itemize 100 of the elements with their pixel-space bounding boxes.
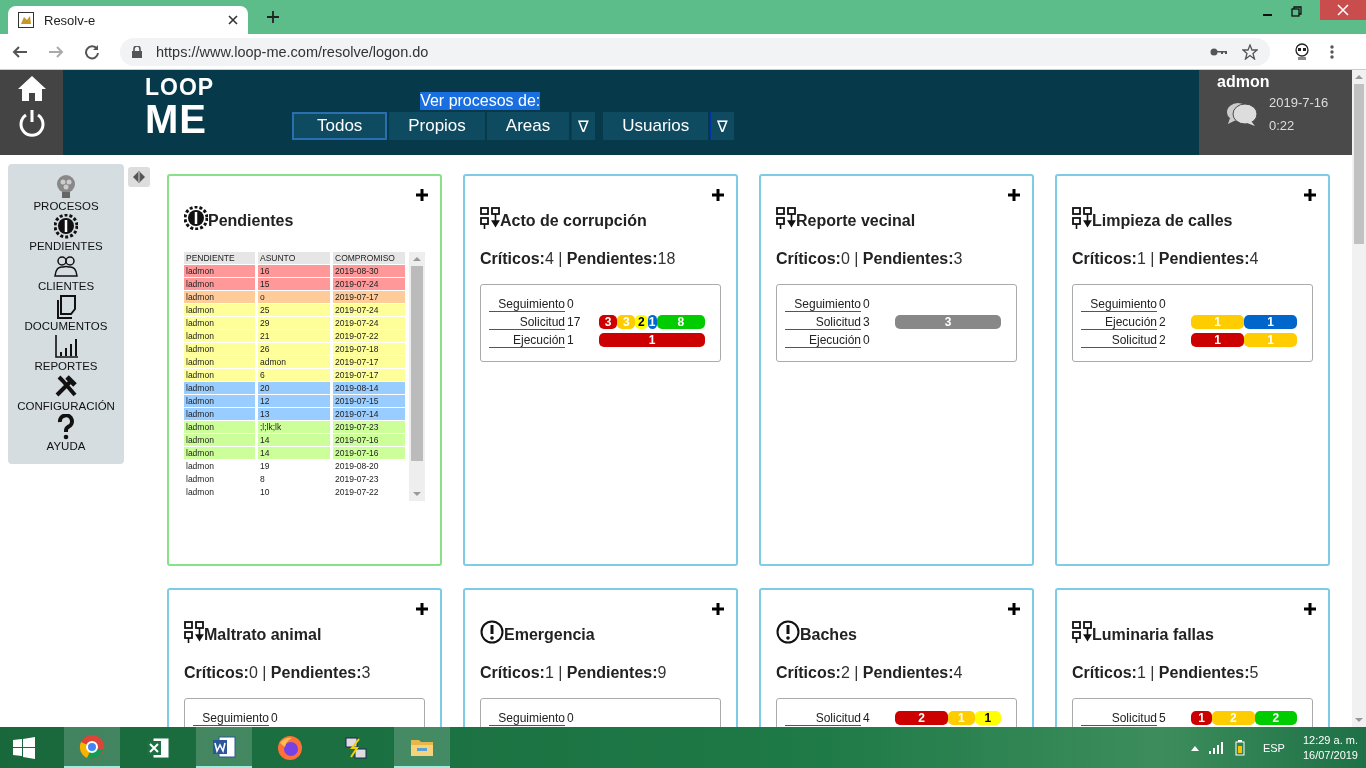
column-header[interactable]: ASUNTO <box>258 252 330 264</box>
stage-label[interactable]: Seguimiento <box>1081 296 1157 312</box>
scroll-thumb[interactable] <box>1354 84 1364 244</box>
scroll-thumb[interactable] <box>411 266 423 461</box>
filter-tab[interactable]: Areas <box>486 112 570 140</box>
filter-label: Ver procesos de: <box>420 92 541 110</box>
stage-label[interactable]: Solicitud <box>785 314 861 330</box>
table-cell: 6 <box>258 369 330 381</box>
table-cell: ladmon <box>184 382 255 394</box>
stage-label[interactable]: Ejecución <box>489 332 565 348</box>
key-icon[interactable] <box>1210 46 1228 57</box>
stats-text: Críticos:0 | Pendientes:3 <box>184 664 372 682</box>
documents-icon <box>54 294 78 320</box>
close-button[interactable] <box>1320 0 1366 20</box>
stage-label[interactable]: Seguimiento <box>489 710 565 726</box>
count-pill[interactable]: 1 <box>647 315 657 329</box>
workflow-icon <box>1072 621 1092 644</box>
browser-tab[interactable]: Resolv-e <box>8 6 248 34</box>
count-pill[interactable]: 1 <box>1191 333 1244 347</box>
sidebar-item[interactable]: DOCUMENTOS <box>24 294 108 332</box>
stage-label[interactable]: Solicitud <box>785 710 861 726</box>
stage-count: 5 <box>1158 711 1167 725</box>
sidebar-item[interactable]: PENDIENTES <box>29 214 103 252</box>
stage-label[interactable]: Ejecución <box>785 332 861 348</box>
sidebar-item[interactable]: CLIENTES <box>37 254 95 292</box>
taskbar-app[interactable] <box>196 727 252 768</box>
plus-icon[interactable] <box>1304 603 1316 615</box>
plus-icon[interactable] <box>416 603 428 615</box>
table-cell: 2019-07-24 <box>333 317 405 329</box>
taskbar-app[interactable] <box>394 727 450 768</box>
stage-label[interactable]: Seguimiento <box>785 296 861 312</box>
filter-tab[interactable]: Usuarios <box>603 112 709 140</box>
count-pill[interactable]: 2 <box>635 315 648 329</box>
table-cell: 2019-07-18 <box>333 343 405 355</box>
count-pill[interactable]: 1 <box>1191 711 1213 725</box>
table-cell: 15 <box>258 278 330 290</box>
extension-icon[interactable] <box>1294 42 1310 61</box>
chat-icon[interactable] <box>1225 101 1259 127</box>
close-icon[interactable] <box>228 15 238 25</box>
table-cell: 2019-07-17 <box>333 369 405 381</box>
signal-icon[interactable] <box>1208 741 1225 754</box>
stage-label[interactable]: Solicitud <box>489 314 565 330</box>
sidebar-item[interactable]: PROCESOS <box>33 174 99 212</box>
taskbar-app[interactable] <box>64 727 120 768</box>
plus-icon[interactable] <box>1304 189 1316 201</box>
plus-icon[interactable] <box>712 603 724 615</box>
column-header[interactable]: COMPROMISO <box>333 252 405 264</box>
dropdown-button[interactable]: ∇ <box>571 112 596 140</box>
card-title: Reporte vecinal <box>776 204 1017 230</box>
star-icon[interactable] <box>1242 43 1258 60</box>
sidebar-item[interactable]: AYUDA <box>46 414 86 452</box>
restore-icon[interactable] <box>1291 6 1303 18</box>
menu-icon[interactable] <box>1330 43 1334 60</box>
count-pill[interactable]: 1 <box>974 711 1001 725</box>
caret-icon[interactable] <box>1190 744 1199 751</box>
filter-tab[interactable]: Todos <box>292 112 388 140</box>
table-cell: 2019-07-17 <box>333 356 405 368</box>
count-pill[interactable]: 3 <box>895 315 1001 329</box>
table-cell: ladmon <box>184 343 255 355</box>
address-bar[interactable]: https://www.loop-me.com/resolve/logon.do <box>120 37 1270 66</box>
stage-label[interactable]: Solicitud <box>1081 332 1157 348</box>
stage-label[interactable]: Ejecución <box>1081 314 1157 330</box>
battery-icon[interactable] <box>1234 739 1245 756</box>
start-icon[interactable] <box>12 735 36 760</box>
column-header[interactable]: PENDIENTE <box>184 252 255 264</box>
table-cell: 2019-07-23 <box>333 421 405 433</box>
language-indicator[interactable]: ESP <box>1262 741 1285 754</box>
stage-count: 0 <box>1158 297 1167 311</box>
sidebar-item[interactable]: REPORTES <box>34 334 98 372</box>
plus-icon[interactable] <box>1008 603 1020 615</box>
count-pill[interactable]: 2 <box>895 711 948 725</box>
scrollbar[interactable] <box>409 252 425 501</box>
clock[interactable]: 12:29 a. m. 16/07/2019 <box>1302 734 1358 761</box>
dropdown-button[interactable]: ∇ <box>710 112 735 140</box>
stage-label[interactable]: Seguimiento <box>193 710 269 726</box>
table-cell: 25 <box>258 304 330 316</box>
stage-label[interactable]: Solicitud <box>1081 710 1157 726</box>
plus-icon[interactable] <box>416 189 428 201</box>
count-pill[interactable]: 3 <box>599 315 618 329</box>
count-pill[interactable]: 1 <box>599 333 705 347</box>
workflow-icon <box>480 207 500 230</box>
user-name: admon <box>1217 73 1271 91</box>
lightbulb-icon <box>54 174 78 200</box>
sidebar-item[interactable]: CONFIGURACIÓN <box>17 374 115 412</box>
stats-text: Críticos:1 | Pendientes:9 <box>480 664 668 682</box>
back-icon[interactable] <box>12 43 28 60</box>
new-tab-icon[interactable] <box>266 10 280 24</box>
table-cell: ladmon <box>184 421 255 433</box>
collapse-button[interactable] <box>128 167 150 187</box>
table-cell: 20 <box>258 382 330 394</box>
alert-icon <box>776 620 800 644</box>
plus-icon[interactable] <box>1008 189 1020 201</box>
table-cell: 21 <box>258 330 330 342</box>
filter-tab[interactable]: Propios <box>389 112 485 140</box>
stage-label[interactable]: Seguimiento <box>489 296 565 312</box>
tab-title: Resolv-e <box>44 12 97 28</box>
count-pill[interactable]: 1 <box>1244 315 1297 329</box>
plus-icon[interactable] <box>712 189 724 201</box>
reload-icon[interactable] <box>84 43 100 60</box>
scrollbar[interactable] <box>1352 70 1366 727</box>
